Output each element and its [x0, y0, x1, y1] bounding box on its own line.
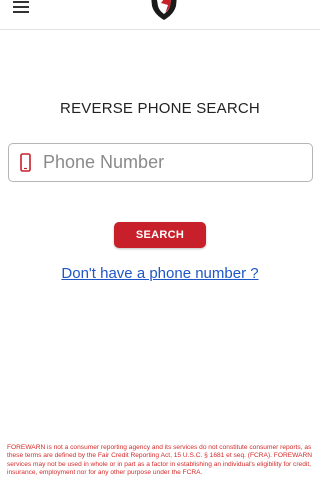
fcra-disclaimer: FOREWARN is not a consumer reporting age…	[7, 444, 313, 477]
hamburger-menu-icon[interactable]	[13, 1, 31, 15]
top-bar	[0, 0, 320, 30]
phone-number-input[interactable]	[43, 148, 305, 177]
search-button[interactable]: SEARCH	[114, 222, 206, 248]
page-title: REVERSE PHONE SEARCH	[60, 100, 260, 117]
mobile-phone-icon	[20, 153, 31, 172]
app-screen: REVERSE PHONE SEARCH SEARCH Don't have a…	[0, 0, 320, 500]
phone-number-field[interactable]	[8, 143, 313, 182]
no-phone-number-link[interactable]: Don't have a phone number ?	[0, 265, 320, 282]
shield-logo-icon[interactable]	[149, 0, 179, 20]
